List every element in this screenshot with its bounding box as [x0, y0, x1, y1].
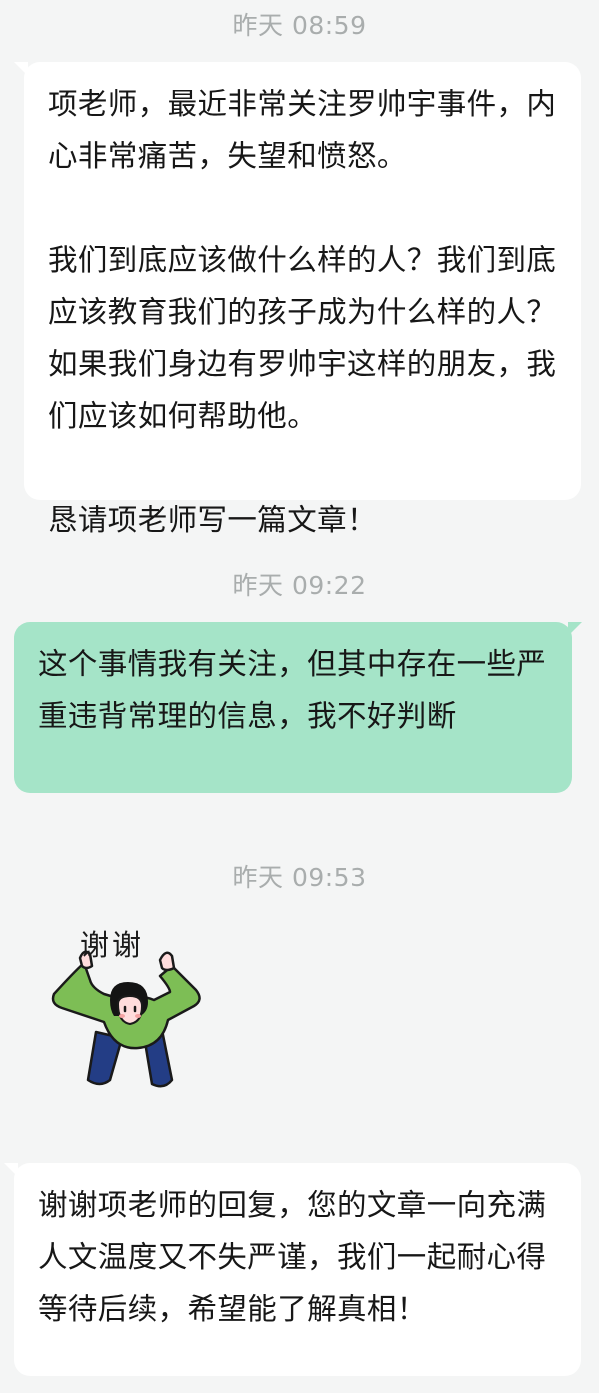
bubble-tail: [14, 62, 28, 76]
outgoing-message-bubble[interactable]: 这个事情我有关注，但其中存在一些严重违背常理的信息，我不好判断: [14, 622, 582, 793]
timestamp: 昨天 08:59: [232, 11, 367, 40]
message-text: 恳请项老师写一篇文章！: [48, 503, 377, 537]
message-text: 项老师，最近非常关注罗帅宇事件，内心非常痛苦，失望和愤怒。: [48, 87, 557, 173]
incoming-message-bubble[interactable]: 项老师，最近非常关注罗帅宇事件，内心非常痛苦，失望和愤怒。 我们到底应该做什么样…: [14, 62, 581, 537]
timestamp: 昨天 09:22: [232, 571, 367, 600]
timestamp: 昨天 09:53: [232, 863, 367, 892]
incoming-message-bubble[interactable]: 谢谢项老师的回复，您的文章一向充满人文温度又不失严谨，我们一起耐心得等待后续，希…: [4, 1163, 581, 1376]
thank-you-sticker[interactable]: 谢谢: [44, 920, 214, 1095]
message-text: 这个事情我有关注，但其中存在一些严重违背常理的信息，我不好判断: [38, 647, 547, 733]
message-text: 谢谢项老师的回复，您的文章一向充满人文温度又不失严谨，我们一起耐心得等待后续，希…: [38, 1188, 547, 1326]
bubble-tail: [4, 1163, 18, 1177]
sticker-caption: 谢谢: [80, 928, 145, 962]
bubble-tail: [568, 622, 582, 636]
message-text: 我们到底应该做什么样的人？我们到底应该教育我们的孩子成为什么样的人？如果我们身边…: [48, 243, 557, 433]
